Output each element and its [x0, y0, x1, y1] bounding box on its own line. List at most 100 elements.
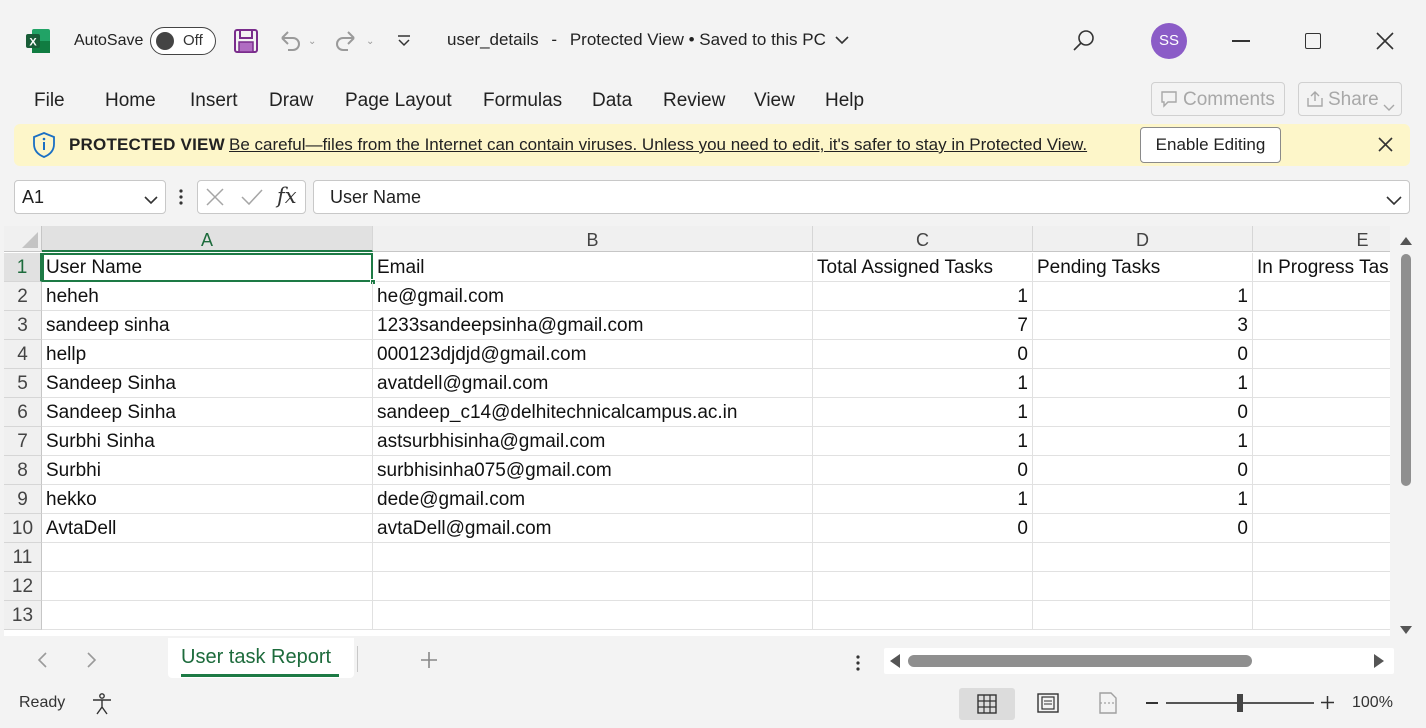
table-cell[interactable]: 1: [813, 485, 1033, 514]
table-cell[interactable]: Sandeep Sinha: [42, 398, 373, 427]
table-cell[interactable]: 1: [1033, 427, 1253, 456]
empty-cell[interactable]: [373, 543, 813, 572]
tab-page-layout[interactable]: Page Layout: [345, 90, 452, 112]
empty-cell[interactable]: [42, 543, 373, 572]
table-cell[interactable]: surbhisinha075@gmail.com: [373, 456, 813, 485]
row-header-2[interactable]: 2: [4, 282, 42, 311]
table-cell[interactable]: sandeep sinha: [42, 311, 373, 340]
table-cell[interactable]: 1: [1033, 485, 1253, 514]
page-layout-view-icon[interactable]: [1037, 693, 1059, 718]
column-header-d[interactable]: D: [1033, 226, 1253, 252]
row-header-13[interactable]: 13: [4, 601, 42, 630]
cancel-icon[interactable]: [206, 188, 224, 206]
select-all-corner[interactable]: [4, 226, 42, 252]
page-break-preview-icon[interactable]: [1097, 692, 1117, 719]
empty-cell[interactable]: [1253, 572, 1390, 601]
tab-draw[interactable]: Draw: [269, 90, 313, 112]
redo-icon[interactable]: [334, 28, 360, 54]
header-cell-pending[interactable]: Pending Tasks: [1033, 253, 1253, 282]
zoom-out-icon[interactable]: [1146, 702, 1158, 704]
table-cell[interactable]: 1: [1033, 369, 1253, 398]
table-cell[interactable]: [1253, 398, 1390, 427]
table-cell[interactable]: 0: [1033, 340, 1253, 369]
table-cell[interactable]: [1253, 485, 1390, 514]
add-sheet-icon[interactable]: [420, 651, 438, 674]
table-cell[interactable]: [1253, 514, 1390, 543]
empty-cell[interactable]: [1253, 543, 1390, 572]
customize-toolbar-icon[interactable]: [396, 33, 412, 49]
undo-dropdown-icon[interactable]: ⌄: [308, 36, 316, 47]
tab-review[interactable]: Review: [663, 90, 725, 112]
accessibility-icon[interactable]: [90, 692, 114, 721]
more-options-icon[interactable]: [856, 654, 860, 677]
maximize-icon[interactable]: [1305, 33, 1321, 49]
autosave-toggle[interactable]: Off: [150, 27, 216, 55]
table-cell[interactable]: 1: [813, 282, 1033, 311]
table-cell[interactable]: avatdell@gmail.com: [373, 369, 813, 398]
insert-function-icon[interactable]: fx: [277, 184, 297, 208]
table-cell[interactable]: sandeep_c14@delhitechnicalcampus.ac.in: [373, 398, 813, 427]
enable-editing-button[interactable]: Enable Editing: [1140, 127, 1281, 163]
window-title[interactable]: user_details - Protected View • Saved to…: [447, 30, 849, 50]
zoom-level[interactable]: 100%: [1352, 694, 1393, 712]
column-header-c[interactable]: C: [813, 226, 1033, 252]
share-button[interactable]: Share: [1298, 82, 1402, 116]
chevron-right-icon[interactable]: [87, 652, 97, 673]
table-cell[interactable]: [1253, 282, 1390, 311]
table-cell[interactable]: [1253, 456, 1390, 485]
row-header-11[interactable]: 11: [4, 543, 42, 572]
table-cell[interactable]: 0: [813, 456, 1033, 485]
table-cell[interactable]: heheh: [42, 282, 373, 311]
scroll-right-icon[interactable]: [1374, 654, 1384, 673]
empty-cell[interactable]: [813, 572, 1033, 601]
tab-view[interactable]: View: [754, 90, 795, 112]
empty-cell[interactable]: [1253, 601, 1390, 630]
empty-cell[interactable]: [1033, 572, 1253, 601]
more-options-icon[interactable]: [179, 187, 183, 207]
empty-cell[interactable]: [1033, 601, 1253, 630]
row-header-6[interactable]: 6: [4, 398, 42, 427]
header-cell-email[interactable]: Email: [373, 253, 813, 282]
scroll-left-icon[interactable]: [890, 654, 900, 673]
table-cell[interactable]: 1: [813, 427, 1033, 456]
empty-cell[interactable]: [373, 572, 813, 601]
row-header-4[interactable]: 4: [4, 340, 42, 369]
table-cell[interactable]: 0: [1033, 398, 1253, 427]
table-cell[interactable]: Sandeep Sinha: [42, 369, 373, 398]
table-cell[interactable]: 1: [813, 369, 1033, 398]
redo-dropdown-icon[interactable]: ⌄: [366, 36, 374, 47]
row-header-3[interactable]: 3: [4, 311, 42, 340]
tab-data[interactable]: Data: [592, 90, 632, 112]
enter-icon[interactable]: [241, 188, 263, 206]
zoom-slider-thumb[interactable]: [1237, 694, 1243, 712]
protected-view-message[interactable]: Be careful—files from the Internet can c…: [229, 135, 1087, 155]
vertical-scrollbar[interactable]: [1396, 226, 1416, 636]
table-cell[interactable]: [1253, 311, 1390, 340]
column-header-b[interactable]: B: [373, 226, 813, 252]
table-cell[interactable]: [1253, 340, 1390, 369]
table-cell[interactable]: [1253, 427, 1390, 456]
tab-file[interactable]: File: [34, 90, 65, 112]
row-header-10[interactable]: 10: [4, 514, 42, 543]
table-cell[interactable]: hellp: [42, 340, 373, 369]
save-icon[interactable]: [233, 28, 259, 54]
normal-view-button[interactable]: [959, 688, 1015, 720]
header-cell-total-assigned[interactable]: Total Assigned Tasks: [813, 253, 1033, 282]
empty-cell[interactable]: [42, 572, 373, 601]
table-cell[interactable]: Surbhi: [42, 456, 373, 485]
vertical-scroll-thumb[interactable]: [1401, 254, 1411, 486]
table-cell[interactable]: 0: [813, 340, 1033, 369]
tab-formulas[interactable]: Formulas: [483, 90, 562, 112]
zoom-in-icon[interactable]: [1321, 696, 1334, 714]
tab-help[interactable]: Help: [825, 90, 864, 112]
table-cell[interactable]: 0: [1033, 456, 1253, 485]
table-cell[interactable]: avtaDell@gmail.com: [373, 514, 813, 543]
table-cell[interactable]: he@gmail.com: [373, 282, 813, 311]
empty-cell[interactable]: [373, 601, 813, 630]
close-icon[interactable]: [1378, 137, 1393, 152]
header-cell-in-progress[interactable]: In Progress Tas: [1253, 253, 1390, 282]
table-cell[interactable]: 7: [813, 311, 1033, 340]
table-cell[interactable]: 000123djdjd@gmail.com: [373, 340, 813, 369]
empty-cell[interactable]: [42, 601, 373, 630]
comments-button[interactable]: Comments: [1151, 82, 1285, 116]
